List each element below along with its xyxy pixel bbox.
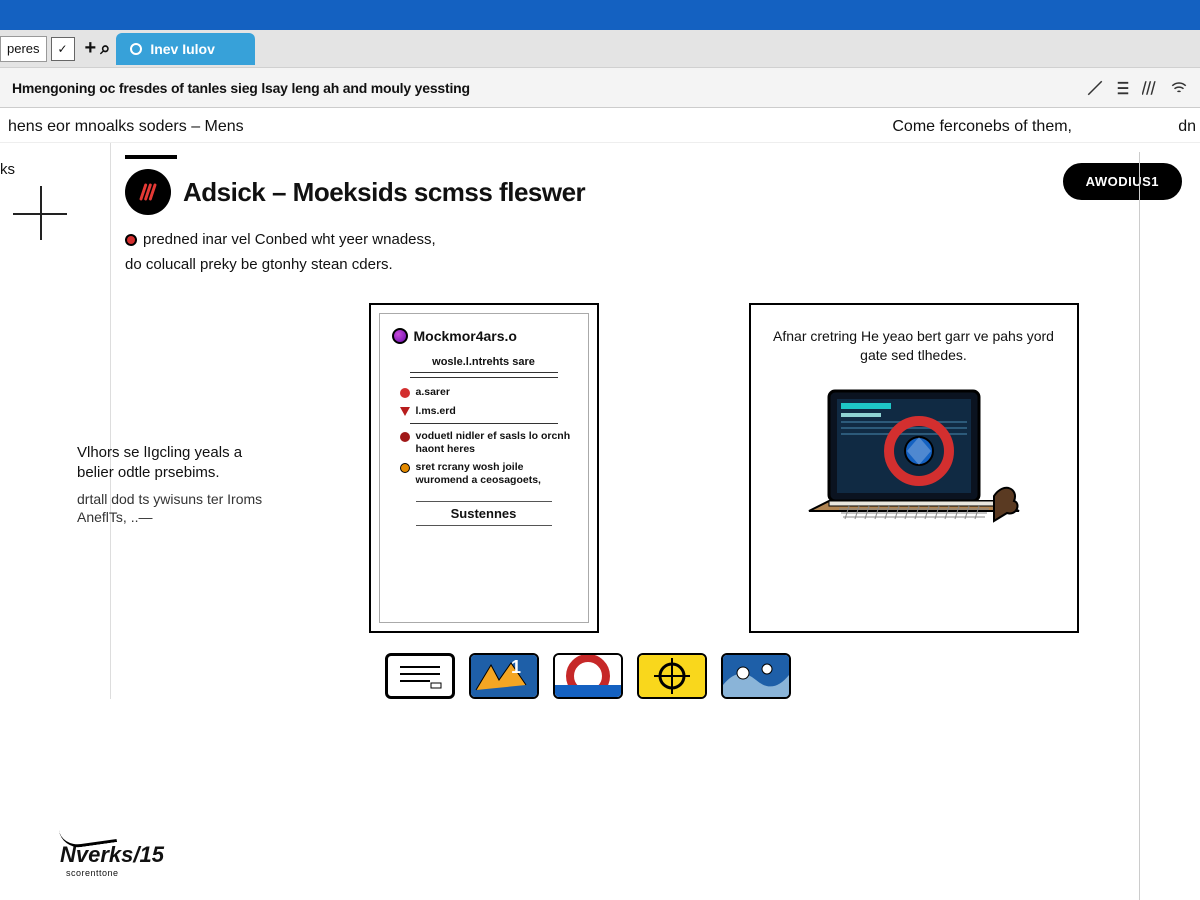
left-sidebar: ks — [0, 143, 110, 699]
right-divider — [1139, 152, 1140, 900]
new-tab-icon[interactable]: + — [85, 37, 97, 60]
breadcrumb-far-right: dn — [1178, 118, 1196, 136]
tab-favicon-icon — [130, 43, 142, 55]
sidebar-note-2: drtall dod ts ywisuns ter Iroms AneflTs,… — [77, 490, 267, 528]
card-1-button[interactable]: Sustennes — [416, 501, 552, 526]
cards-row: Mockmor4ars.o wosle.l.ntrehts sare a.sar… — [265, 303, 1182, 633]
card-2-text: Afnar cretring He yeao bert garr ve pahs… — [765, 323, 1063, 375]
dot-icon — [400, 388, 410, 398]
footer-brand-sub: scorenttone — [66, 868, 119, 878]
dot-icon — [400, 463, 410, 473]
sidebar-note-1: Vlhors se lIgcling yeals a belier odtle … — [77, 443, 267, 484]
breadcrumb-row: hens eor mnoalks soders – Mens Come ferc… — [0, 108, 1200, 143]
accent-line — [125, 155, 177, 159]
thumbnail-4[interactable] — [637, 653, 707, 699]
hash-icon[interactable] — [1142, 79, 1160, 97]
brand-logo-icon — [125, 169, 171, 215]
card-2[interactable]: Afnar cretring He yeao bert garr ve pahs… — [749, 303, 1079, 633]
triangle-down-icon — [400, 407, 410, 416]
sub-line: do colucall preky be gtonhy stean cders. — [125, 256, 1182, 273]
cta-button[interactable]: AWODIUS1 — [1063, 163, 1182, 200]
address-bar-icons — [1086, 79, 1188, 97]
search-icon[interactable]: ⌕ — [100, 38, 110, 59]
wifi-icon[interactable] — [1170, 79, 1188, 97]
list-item: sret rcrany wosh joile wuromend a ceosag… — [392, 461, 576, 486]
card-1[interactable]: Mockmor4ars.o wosle.l.ntrehts sare a.sar… — [369, 303, 599, 633]
list-item: voduetl nidler ef sasls lo orcnh haont h… — [392, 430, 576, 455]
card-1-title: Mockmor4ars.o — [414, 328, 517, 344]
title-row: Adsick – Moeksids scmss fleswer — [125, 169, 1182, 215]
page-title: Adsick – Moeksids scmss fleswer — [183, 177, 585, 208]
thumbnail-3[interactable] — [553, 653, 623, 699]
laptop-illustration — [765, 381, 1063, 561]
sidebar-label[interactable]: ks — [0, 161, 110, 178]
window-title-bar — [0, 0, 1200, 30]
main-column: Adsick – Moeksids scmss fleswer AWODIUS1… — [110, 143, 1200, 699]
footer-brand: Nverks/15 scorenttone — [60, 826, 164, 878]
bullet-line: predned inar vel Conbed wht yeer wnadess… — [125, 231, 1182, 248]
thumbnail-row: 1 — [385, 653, 1182, 699]
list-item: a.sarer — [392, 386, 576, 399]
dot-icon — [400, 432, 410, 442]
card-logo-icon — [392, 328, 408, 344]
sidebar-note: Vlhors se lIgcling yeals a belier odtle … — [77, 443, 267, 527]
edit-icon[interactable] — [1086, 79, 1104, 97]
tab-label: Inev Iulov — [150, 41, 215, 57]
bullet-icon — [125, 234, 137, 246]
thumbnail-5[interactable] — [721, 653, 791, 699]
address-text[interactable]: Hmengoning oc fresdes of tanles sieg lsa… — [12, 80, 470, 96]
breadcrumb-left[interactable]: hens eor mnoalks soders – Mens — [8, 118, 244, 136]
svg-text:1: 1 — [511, 657, 521, 677]
active-tab[interactable]: Inev Iulov — [116, 33, 255, 65]
content-area: ks Adsick – Moeksids scmss fleswer AWODI… — [0, 143, 1200, 699]
tab-select[interactable]: peres — [0, 36, 47, 62]
thumbnail-2[interactable]: 1 — [469, 653, 539, 699]
list-icon[interactable] — [1114, 79, 1132, 97]
bullet-text: predned inar vel Conbed wht yeer wnadess… — [143, 231, 436, 248]
tab-bar: peres ✓ + ⌕ Inev Iulov — [0, 30, 1200, 68]
dropdown-caret-icon[interactable]: ✓ — [51, 37, 75, 61]
list-item: l.ms.erd — [392, 405, 576, 418]
card-1-subtitle: wosle.l.ntrehts sare — [392, 356, 576, 368]
thumbnail-1[interactable] — [385, 653, 455, 699]
tab-tools: + ⌕ — [85, 37, 111, 60]
address-bar: Hmengoning oc fresdes of tanles sieg lsa… — [0, 68, 1200, 108]
breadcrumb-right[interactable]: Come ferconebs of them, — [892, 118, 1072, 136]
